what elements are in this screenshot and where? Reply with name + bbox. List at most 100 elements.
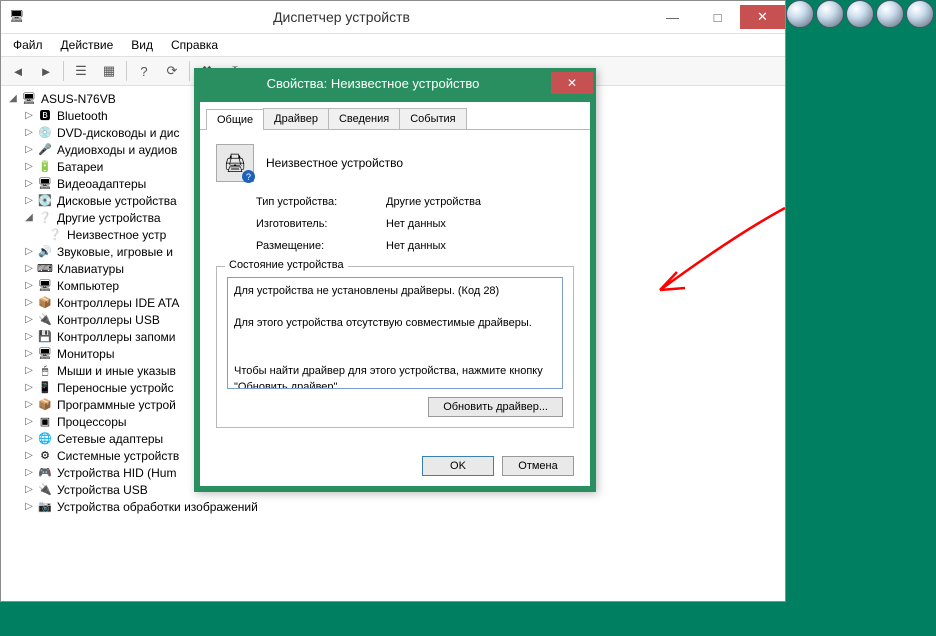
tree-item-label: Видеоадаптеры	[57, 175, 146, 193]
update-driver-button[interactable]: Обновить драйвер...	[428, 397, 563, 417]
ok-button[interactable]: OK	[422, 456, 494, 476]
tree-item-label: DVD-дисководы и дис	[57, 124, 179, 142]
expander-icon[interactable]: ▷	[23, 501, 35, 513]
properties-dialog: Свойства: Неизвестное устройство ✕ Общие…	[194, 68, 596, 492]
orb-icon	[786, 0, 814, 28]
device-category-icon: 📱	[37, 380, 53, 396]
app-icon: 🖥	[9, 9, 25, 25]
expander-icon[interactable]: ▷	[23, 263, 35, 275]
status-title: Состояние устройства	[225, 259, 348, 271]
minimize-button[interactable]: —	[650, 5, 695, 29]
forward-button[interactable]: ►	[33, 59, 59, 83]
tree-item-label: Сетевые адаптеры	[57, 430, 163, 448]
expander-icon[interactable]: ▷	[23, 450, 35, 462]
tree-item-label: Мониторы	[57, 345, 114, 363]
expander-icon[interactable]: ▷	[23, 331, 35, 343]
dialog-title-bar: Свойства: Неизвестное устройство ✕	[195, 69, 595, 97]
computer-icon: 🖥	[21, 91, 37, 107]
cancel-button[interactable]: Отмена	[502, 456, 574, 476]
expander-icon[interactable]: ▷	[23, 433, 35, 445]
title-bar: 🖥 Диспетчер устройств — □ ✕	[1, 1, 785, 34]
device-category-icon: 📦	[37, 295, 53, 311]
expander-icon[interactable]: ▷	[23, 161, 35, 173]
tab-events[interactable]: События	[399, 108, 466, 129]
tab-driver[interactable]: Драйвер	[263, 108, 329, 129]
tree-item-label: Контроллеры USB	[57, 311, 160, 329]
expander-icon[interactable]: ▷	[23, 297, 35, 309]
menu-action[interactable]: Действие	[53, 36, 122, 54]
separator	[63, 61, 64, 81]
device-category-icon: 🎮	[37, 465, 53, 481]
device-category-icon: 🔋	[37, 159, 53, 175]
device-category-icon: 🌐	[37, 431, 53, 447]
dialog-close-button[interactable]: ✕	[551, 72, 593, 94]
expander-icon[interactable]: ▷	[23, 314, 35, 326]
location-label: Размещение:	[256, 240, 386, 252]
tree-item[interactable]: ▷📷Устройства обработки изображений	[3, 498, 783, 515]
device-category-icon: 🅱	[37, 108, 53, 124]
tree-item-label: Аудиовходы и аудиов	[57, 141, 177, 159]
show-tree-button[interactable]: ☰	[68, 59, 94, 83]
device-category-icon: 🔌	[37, 312, 53, 328]
properties-button[interactable]: ▦	[96, 59, 122, 83]
device-name: Неизвестное устройство	[266, 156, 403, 170]
device-category-icon: 📷	[37, 499, 53, 515]
tree-item-label: Программные устрой	[57, 396, 176, 414]
expander-icon[interactable]: ▷	[23, 399, 35, 411]
expander-icon[interactable]: ▷	[23, 246, 35, 258]
tree-item-label: Устройства HID (Hum	[57, 464, 176, 482]
tab-strip: Общие Драйвер Сведения События	[200, 102, 590, 130]
tab-general[interactable]: Общие	[206, 109, 264, 130]
menu-bar: Файл Действие Вид Справка	[1, 34, 785, 57]
menu-help[interactable]: Справка	[163, 36, 226, 54]
expander-icon[interactable]: ▷	[23, 382, 35, 394]
tab-details[interactable]: Сведения	[328, 108, 400, 129]
back-button[interactable]: ◄	[5, 59, 31, 83]
expander-icon[interactable]: ▷	[23, 195, 35, 207]
device-category-icon: ⚙	[37, 448, 53, 464]
tree-item-label: Контроллеры IDE ATA	[57, 294, 179, 312]
type-value: Другие устройства	[386, 196, 574, 208]
manufacturer-value: Нет данных	[386, 218, 574, 230]
location-value: Нет данных	[386, 240, 574, 252]
orb-icon	[906, 0, 934, 28]
tree-item-label: Батареи	[57, 158, 103, 176]
device-category-icon: 🖥	[37, 346, 53, 362]
device-category-icon: 💾	[37, 329, 53, 345]
device-category-icon: 🎤	[37, 142, 53, 158]
device-category-icon: 📦	[37, 397, 53, 413]
device-category-icon: 🔌	[37, 482, 53, 498]
status-text[interactable]: Для устройства не установлены драйверы. …	[227, 277, 563, 389]
manufacturer-label: Изготовитель:	[256, 218, 386, 230]
separator	[189, 61, 190, 81]
orb-icon	[876, 0, 904, 28]
expander-icon[interactable]: ◢	[23, 212, 35, 224]
menu-file[interactable]: Файл	[5, 36, 51, 54]
tree-item-label: Мыши и иные указыв	[57, 362, 176, 380]
expander-icon[interactable]: ▷	[23, 416, 35, 428]
scan-button[interactable]: ⟳	[159, 59, 185, 83]
expander-icon[interactable]: ▷	[23, 348, 35, 360]
expander-icon[interactable]: ▷	[23, 467, 35, 479]
tree-item-label: Системные устройств	[57, 447, 179, 465]
expander-icon[interactable]: ▷	[23, 365, 35, 377]
desktop-gadgets	[786, 0, 934, 28]
expander-icon[interactable]: ▷	[23, 280, 35, 292]
maximize-button[interactable]: □	[695, 5, 740, 29]
window-title: Диспетчер устройств	[33, 9, 650, 25]
close-button[interactable]: ✕	[740, 5, 785, 29]
expander-icon[interactable]: ▷	[23, 178, 35, 190]
device-category-icon: 🔊	[37, 244, 53, 260]
tree-item-label: Устройства обработки изображений	[57, 498, 258, 516]
tree-item-label: Звуковые, игровые и	[57, 243, 173, 261]
tree-item-label: Клавиатуры	[57, 260, 124, 278]
type-label: Тип устройства:	[256, 196, 386, 208]
expander-icon[interactable]: ▷	[23, 110, 35, 122]
status-groupbox: Состояние устройства Для устройства не у…	[216, 266, 574, 428]
menu-view[interactable]: Вид	[123, 36, 161, 54]
expander-icon[interactable]: ▷	[23, 127, 35, 139]
expander-icon[interactable]: ▷	[23, 144, 35, 156]
help-button[interactable]: ?	[131, 59, 157, 83]
expander-icon[interactable]: ▷	[23, 484, 35, 496]
device-category-icon: 🖱	[37, 363, 53, 379]
